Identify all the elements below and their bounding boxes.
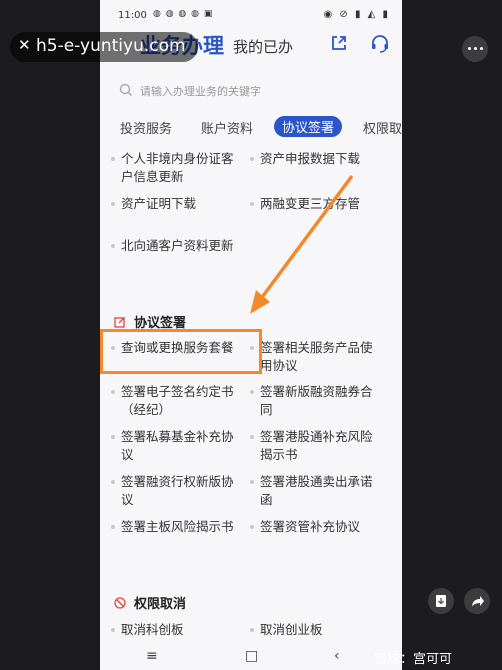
list-item[interactable]: 个人非境内身份证客户信息更新 (111, 150, 243, 186)
bullet-dot (250, 390, 254, 394)
section-title-text: 权限取消 (134, 597, 187, 612)
list-item[interactable]: 签署融资行权新版协议 (111, 473, 243, 509)
item-label: 资产申报数据下载 (260, 151, 361, 166)
bullet-dot (111, 480, 115, 484)
item-label: 签署相关服务产品使用协议 (260, 340, 373, 373)
item-label: 取消创业板 (260, 622, 323, 637)
item-label: 签署新版融资融券合同 (260, 384, 373, 417)
tab-permission-cancel[interactable]: 权限取 (363, 118, 402, 137)
list-item[interactable]: 签署资管补充协议 (250, 518, 382, 536)
item-label: 北向通客户资料更新 (121, 238, 234, 253)
item-label: 签署港股通卖出承诺函 (260, 474, 373, 507)
back-icon[interactable]: ‹ (334, 648, 340, 664)
list-item[interactable]: 签署私募基金补充协议 (111, 428, 243, 464)
share-icon[interactable] (464, 588, 490, 614)
share-out-icon[interactable] (330, 34, 348, 52)
bullet-dot (250, 202, 254, 206)
bullet-dot (250, 157, 254, 161)
bullet-dot (250, 480, 254, 484)
notification-icons: ◍ ◍ ◍ ◍ ▣ (153, 9, 214, 19)
list-item[interactable]: 资产申报数据下载 (250, 150, 382, 168)
item-label: 资产证明下载 (121, 196, 197, 211)
brand-watermark: 雪球：宫可可 (374, 652, 453, 667)
watermark-text: h5-e-yuntiyu.com (36, 36, 186, 56)
search-icon (119, 83, 132, 96)
my-done-link[interactable]: 我的已办 (233, 36, 293, 57)
item-label: 签署港股通补充风险揭示书 (260, 429, 373, 462)
section-title-cancel: 权限取消 (114, 593, 186, 612)
bullet-dot (250, 525, 254, 529)
bullet-dot (111, 390, 115, 394)
headset-icon[interactable] (370, 34, 390, 54)
list-item[interactable]: 签署港股通补充风险揭示书 (250, 428, 382, 464)
edit-icon (114, 317, 125, 328)
more-options-icon[interactable] (462, 36, 488, 62)
list-item[interactable]: 取消科创板 (111, 621, 243, 639)
list-item[interactable]: 签署相关服务产品使用协议 (250, 339, 382, 375)
tab-agreement-sign[interactable]: 协议签署 (274, 116, 343, 137)
ban-icon (114, 597, 126, 609)
list-item[interactable]: 资产证明下载 (111, 195, 243, 213)
bullet-dot (111, 628, 115, 632)
item-label: 签署资管补充协议 (260, 519, 361, 534)
menu-icon[interactable]: ≡ (146, 648, 158, 664)
highlight-box (100, 329, 262, 374)
bullet-dot (111, 157, 115, 161)
close-icon[interactable]: ✕ (18, 36, 31, 54)
item-label: 签署电子签名约定书（经纪） (121, 384, 234, 417)
tab-investment[interactable]: 投资服务 (120, 118, 172, 137)
bullet-dot (111, 202, 115, 206)
search-placeholder: 请输入办理业务的关键字 (140, 85, 261, 98)
save-icon[interactable] (428, 588, 454, 614)
item-label: 取消科创板 (121, 622, 184, 637)
search-input[interactable]: 请输入办理业务的关键字 (114, 78, 390, 104)
category-tabs: 投资服务 账户资料 协议签署 权限取 (100, 116, 402, 138)
bullet-dot (250, 435, 254, 439)
list-item[interactable]: 两融变更三方存管 (250, 195, 382, 213)
item-label: 签署私募基金补充协议 (121, 429, 234, 462)
list-item[interactable]: 北向通客户资料更新 (111, 237, 243, 255)
tab-account-info[interactable]: 账户资料 (201, 118, 253, 137)
home-icon[interactable]: □ (245, 648, 258, 664)
item-label: 签署融资行权新版协议 (121, 474, 234, 507)
item-label: 两融变更三方存管 (260, 196, 361, 211)
bullet-dot (111, 435, 115, 439)
android-nav-bar: ≡ □ ‹ (100, 648, 402, 670)
bullet-dot (111, 525, 115, 529)
list-item[interactable]: 签署电子签名约定书（经纪） (111, 383, 243, 419)
list-item[interactable]: 取消创业板 (250, 621, 382, 639)
list-item[interactable]: 签署主板风险揭示书 (111, 518, 243, 536)
list-item[interactable]: 签署新版融资融券合同 (250, 383, 382, 419)
item-label: 签署主板风险揭示书 (121, 519, 234, 534)
bullet-dot (250, 628, 254, 632)
system-status-icons: ◉ ⊘ ▮ ◭ ▮ (323, 9, 390, 20)
watermark-banner[interactable]: ✕ h5-e-yuntiyu.com (10, 32, 198, 62)
status-bar: 11:00 ◍ ◍ ◍ ◍ ▣ ◉ ⊘ ▮ ◭ ▮ (100, 0, 402, 30)
status-time: 11:00 (118, 10, 147, 21)
item-label: 个人非境内身份证客户信息更新 (121, 151, 234, 184)
bullet-dot (111, 244, 115, 248)
list-item[interactable]: 签署港股通卖出承诺函 (250, 473, 382, 509)
